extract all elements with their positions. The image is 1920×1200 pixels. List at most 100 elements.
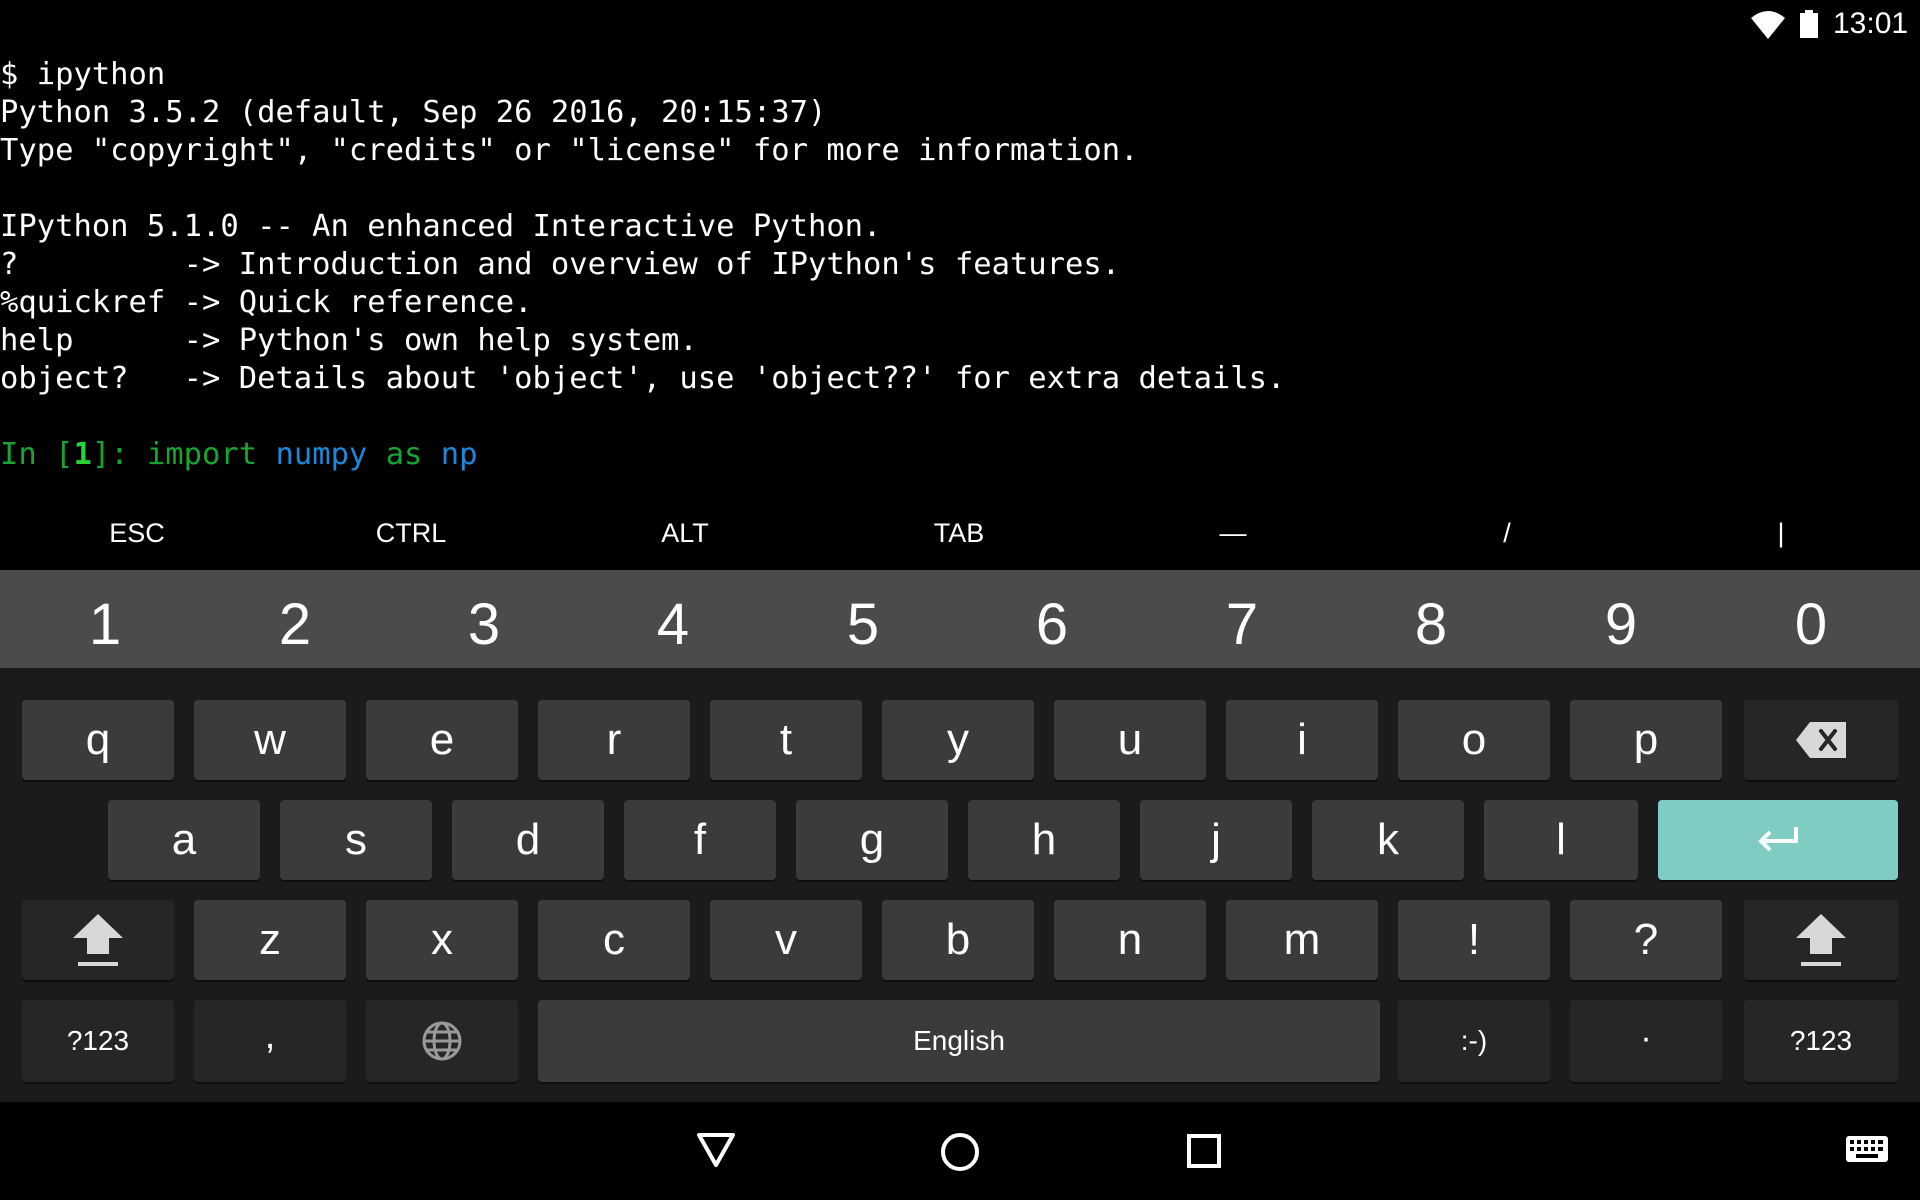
key-label: ? [1633, 915, 1659, 964]
key-j[interactable]: j [1140, 800, 1292, 880]
key-label: c [603, 915, 625, 964]
key-b[interactable]: b [882, 900, 1034, 980]
terminal-line: Python 3.5.2 (default, Sep 26 2016, 20:1… [0, 95, 827, 130]
terminal-line: IPython 5.1.0 -- An enhanced Interactive… [0, 209, 882, 244]
key-d[interactable]: d [452, 800, 604, 880]
shift-key-left[interactable] [22, 900, 174, 980]
key-k[interactable]: k [1312, 800, 1464, 880]
key-label: j [1211, 815, 1221, 864]
key-s[interactable]: s [280, 800, 432, 880]
key-y[interactable]: y [882, 700, 1034, 780]
alt-key[interactable]: ALT [548, 508, 822, 558]
battery-icon [1800, 10, 1818, 38]
wifi-icon [1751, 11, 1785, 39]
recents-icon[interactable] [1187, 1134, 1221, 1168]
key-label: ! [1467, 915, 1481, 964]
key-1[interactable]: 1 [10, 570, 200, 668]
key-label: , [264, 1015, 276, 1057]
key-r[interactable]: r [538, 700, 690, 780]
key-n[interactable]: n [1054, 900, 1206, 980]
space-label: English [913, 1025, 1005, 1056]
key-7[interactable]: 7 [1147, 570, 1337, 668]
emoticon-key[interactable]: :-) [1398, 1000, 1550, 1082]
key-label: x [431, 915, 453, 964]
key-x[interactable]: x [366, 900, 518, 980]
key-label: r [606, 715, 622, 764]
key-5[interactable]: 5 [768, 570, 958, 668]
symbols-key-right[interactable]: ?123 [1744, 1000, 1898, 1082]
terminal-line: %quickref -> Quick reference. [0, 285, 533, 320]
key-2[interactable]: 2 [200, 570, 390, 668]
extra-keys-row: ESC CTRL ALT TAB — / | [0, 508, 1920, 558]
key-w[interactable]: w [194, 700, 346, 780]
period-key[interactable]: · [1570, 1000, 1722, 1082]
backspace-key[interactable] [1744, 700, 1898, 780]
space-bar[interactable]: English [538, 1000, 1380, 1082]
shift-key-right[interactable] [1744, 900, 1898, 980]
backspace-icon [1796, 722, 1846, 758]
prompt-suffix: ]: [91, 437, 147, 472]
clock: 13:01 [1833, 7, 1909, 40]
home-icon[interactable] [940, 1132, 980, 1172]
key-label: t [779, 715, 793, 764]
key-label: s [345, 815, 367, 864]
comma-key[interactable]: , [194, 1000, 346, 1082]
key-label: f [693, 815, 707, 864]
key-f[interactable]: f [624, 800, 776, 880]
key-label: z [259, 915, 281, 964]
slash-key[interactable]: / [1370, 508, 1644, 558]
key-label: v [775, 915, 797, 964]
key-label: h [1031, 815, 1057, 864]
key-c[interactable]: c [538, 900, 690, 980]
key-q[interactable]: q [22, 700, 174, 780]
pipe-key[interactable]: | [1644, 508, 1918, 558]
key-t[interactable]: t [710, 700, 862, 780]
key-i[interactable]: i [1226, 700, 1378, 780]
key-g[interactable]: g [796, 800, 948, 880]
key-label: ?123 [66, 1025, 130, 1056]
key-3[interactable]: 3 [389, 570, 579, 668]
key-l[interactable]: l [1484, 800, 1638, 880]
enter-key[interactable] [1658, 800, 1898, 880]
shift-icon [73, 914, 123, 966]
key-o[interactable]: o [1398, 700, 1550, 780]
key-a[interactable]: a [108, 800, 260, 880]
keyword-import: import [146, 437, 258, 472]
prompt-prefix: In [ [0, 437, 74, 472]
key-m[interactable]: m [1226, 900, 1378, 980]
back-icon[interactable] [696, 1132, 736, 1168]
prompt-line[interactable]: In [1]: import numpy as np [0, 436, 1920, 474]
ctrl-key[interactable]: CTRL [274, 508, 548, 558]
key-u[interactable]: u [1054, 700, 1206, 780]
terminal-line: $ ipython [0, 57, 166, 92]
key-4[interactable]: 4 [578, 570, 768, 668]
terminal-line: Type "copyright", "credits" or "license"… [0, 133, 1139, 168]
key-e[interactable]: e [366, 700, 518, 780]
key-exclamation[interactable]: ! [1398, 900, 1550, 980]
key-label: n [1117, 915, 1143, 964]
key-0[interactable]: 0 [1716, 570, 1906, 668]
globe-icon [422, 1021, 462, 1061]
navigation-bar [0, 1102, 1920, 1200]
key-6[interactable]: 6 [957, 570, 1147, 668]
key-8[interactable]: 8 [1336, 570, 1526, 668]
key-label: :-) [1460, 1025, 1488, 1056]
language-key[interactable] [366, 1000, 518, 1082]
symbols-key-left[interactable]: ?123 [22, 1000, 174, 1082]
key-z[interactable]: z [194, 900, 346, 980]
keyboard-icon[interactable] [1846, 1136, 1888, 1162]
prompt-number: 1 [73, 437, 92, 472]
key-p[interactable]: p [1570, 700, 1722, 780]
key-v[interactable]: v [710, 900, 862, 980]
key-9[interactable]: 9 [1526, 570, 1716, 668]
dash-key[interactable]: — [1096, 508, 1370, 558]
tab-key[interactable]: TAB [822, 508, 1096, 558]
terminal-line: object? -> Details about 'object', use '… [0, 361, 1286, 396]
key-label: ?123 [1789, 1025, 1853, 1056]
key-h[interactable]: h [968, 800, 1120, 880]
terminal-output[interactable]: $ ipython Python 3.5.2 (default, Sep 26 … [0, 56, 1920, 486]
key-question[interactable]: ? [1570, 900, 1722, 980]
esc-key[interactable]: ESC [0, 508, 274, 558]
keyword-as: as [385, 437, 423, 472]
